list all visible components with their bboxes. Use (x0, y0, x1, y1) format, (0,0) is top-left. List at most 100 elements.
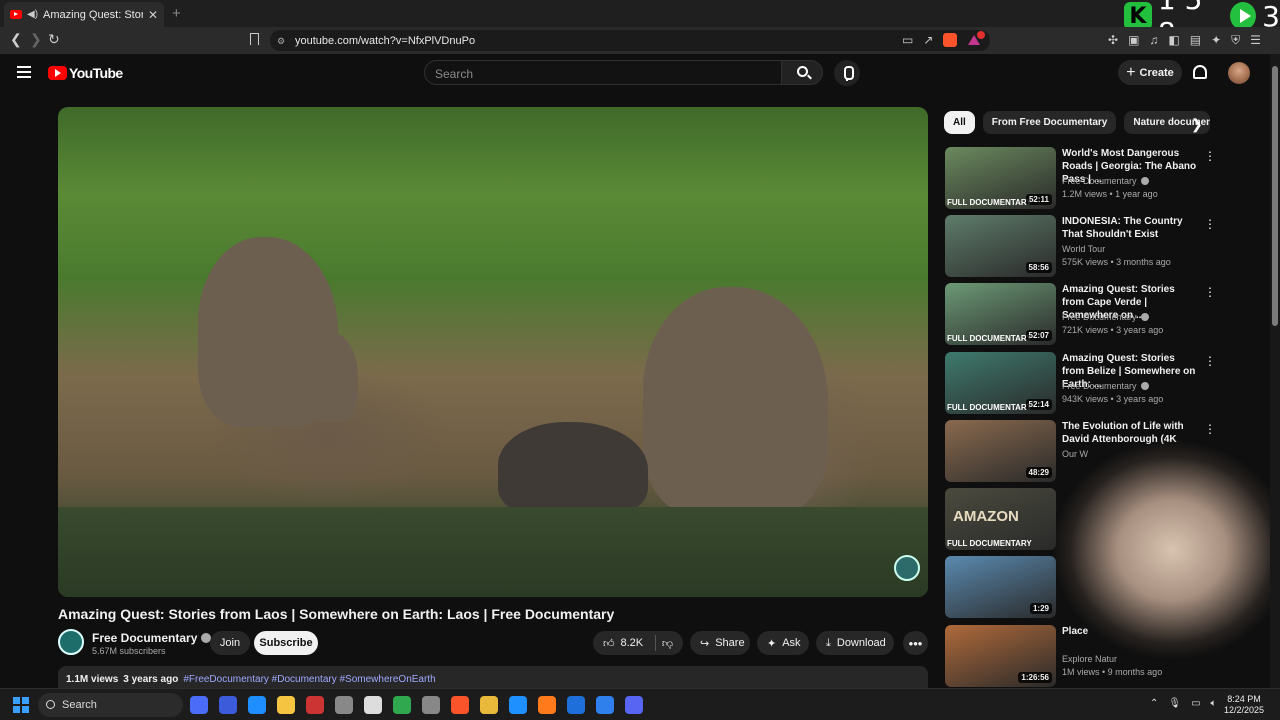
music-icon[interactable]: ♫ (1149, 33, 1158, 48)
chevron-right-icon[interactable]: ❯ (1191, 116, 1203, 133)
join-button[interactable]: Join (210, 631, 250, 655)
page-scrollbar[interactable] (1270, 54, 1280, 688)
ask-button[interactable]: ✦ Ask (757, 631, 809, 655)
taskbar-app-icon[interactable] (248, 696, 266, 714)
taskbar-app-icon[interactable] (306, 696, 324, 714)
share-page-icon[interactable]: ↗ (923, 33, 933, 47)
scrollbar-thumb[interactable] (1272, 66, 1278, 326)
full-documentary-badge: FULL DOCUMENTARY (947, 403, 1032, 412)
taskbar-app-icon[interactable] (277, 696, 295, 714)
thumbs-up-icon[interactable]: 👍︎ (603, 637, 615, 650)
subscriber-count: 5.67M subscribers (92, 646, 166, 656)
screenshot-icon[interactable]: ▣ (1128, 33, 1139, 48)
clock-time: 8:24 PM (1227, 694, 1261, 704)
download-label: Download (836, 637, 886, 649)
more-vertical-icon[interactable]: ⋮ (1204, 285, 1216, 299)
site-info-icon[interactable]: ⚙ (277, 36, 285, 47)
close-tab-icon[interactable]: ✕ (148, 8, 158, 22)
wallet-icon[interactable]: ▤ (1190, 33, 1201, 48)
create-button[interactable]: + Create (1118, 60, 1182, 85)
duration-badge: 58:56 (1025, 262, 1052, 273)
more-vertical-icon[interactable]: ⋮ (1204, 149, 1216, 163)
voice-search-button[interactable] (834, 60, 860, 86)
taskbar-app-icon[interactable] (509, 696, 527, 714)
video-thumbnail[interactable]: FULL DOCUMENTARY 52:11 (945, 147, 1056, 209)
search-button[interactable] (781, 60, 823, 85)
video-player[interactable] (58, 107, 928, 597)
youtube-logo[interactable]: YouTube (48, 65, 123, 81)
video-thumbnail[interactable]: 58:56 (945, 215, 1056, 277)
taskbar-app-icon[interactable] (625, 696, 643, 714)
mic-tray-icon[interactable]: 🎙︎ (1168, 698, 1181, 709)
taskbar-app-icon[interactable] (422, 696, 440, 714)
more-vertical-icon[interactable]: ⋮ (1204, 217, 1216, 231)
reload-icon[interactable]: ↻ (48, 31, 60, 48)
brave-rewards-icon[interactable] (967, 31, 986, 47)
channel-watermark-icon[interactable] (894, 555, 920, 581)
recommendation-channel[interactable]: Free Documentary (1062, 176, 1149, 186)
recommendation-item[interactable]: 58:56 INDONESIA: The Country That Shouldn… (945, 215, 1220, 279)
tray-chevron-icon[interactable]: ⌃ (1150, 698, 1158, 709)
recommendation-item[interactable]: FULL DOCUMENTARY 52:11 World's Most Danger… (945, 147, 1220, 211)
taskbar-app-icon[interactable] (567, 696, 585, 714)
taskbar-app-icon[interactable] (393, 696, 411, 714)
display-tray-icon[interactable]: ▭ (1191, 698, 1200, 709)
taskbar-app-icon[interactable] (596, 696, 614, 714)
address-bar[interactable]: youtube.com/watch?v=NfxPlVDnuPo (270, 30, 990, 51)
download-button[interactable]: ⤓ Download (816, 631, 894, 655)
bookmark-icon[interactable] (250, 33, 259, 45)
windows-start-icon[interactable] (13, 697, 29, 713)
taskbar-app-icon[interactable] (451, 696, 469, 714)
taskbar-app-icon[interactable] (364, 696, 382, 714)
subscribe-button[interactable]: Subscribe (254, 631, 318, 655)
channel-name[interactable]: Free Documentary (92, 631, 212, 645)
taskbar-app-icon[interactable] (219, 696, 237, 714)
sidebar-icon[interactable]: ◧ (1168, 33, 1179, 48)
chip-all[interactable]: All (944, 111, 975, 134)
thumbs-down-icon[interactable]: 👎︎ (662, 637, 673, 650)
taskbar-app-icon[interactable] (335, 696, 353, 714)
recommendation-channel-name: Free Documentary (1062, 176, 1137, 186)
video-thumbnail[interactable]: FULL DOCUMENTARY 52:14 (945, 352, 1056, 414)
speaker-icon[interactable]: ◀) (27, 9, 38, 20)
recommendation-channel[interactable]: Free Documentary (1062, 312, 1149, 322)
vpn-icon[interactable]: ⛨ (1231, 33, 1240, 48)
play-badge-icon (1230, 2, 1257, 30)
search-input[interactable]: Search (424, 60, 782, 85)
forward-icon[interactable]: ❯ (30, 31, 42, 48)
hashtags[interactable]: #FreeDocumentary #Documentary #Somewhere… (183, 674, 435, 685)
extensions-icon[interactable]: ✣ (1108, 33, 1118, 48)
like-count[interactable]: 8.2K (621, 637, 644, 649)
more-actions-button[interactable]: ••• (903, 631, 928, 655)
menu-icon[interactable]: ☰ (1250, 33, 1261, 48)
channel-avatar[interactable] (58, 629, 84, 655)
recommendation-item[interactable]: FULL DOCUMENTARY 52:07 Amazing Quest: Stor… (945, 283, 1220, 347)
recommendation-channel[interactable]: World Tour (1062, 244, 1105, 254)
more-vertical-icon[interactable]: ⋮ (1204, 354, 1216, 368)
recommendation-channel[interactable]: Free Documentary (1062, 381, 1149, 391)
cast-icon[interactable]: ▭ (902, 33, 913, 47)
taskbar-search[interactable]: Search (38, 693, 183, 717)
guide-menu-icon[interactable] (17, 66, 31, 78)
back-icon[interactable]: ❮ (10, 31, 22, 48)
notifications-bell-icon[interactable] (1193, 65, 1207, 79)
share-button[interactable]: ↪ Share (690, 631, 750, 655)
taskbar-app-icon[interactable] (190, 696, 208, 714)
new-tab-button[interactable]: + (172, 5, 181, 22)
account-avatar[interactable] (1228, 62, 1250, 84)
recommendation-item[interactable]: FULL DOCUMENTARY 52:14 Amazing Quest: Stor… (945, 352, 1220, 416)
chip-from-channel[interactable]: From Free Documentary (982, 111, 1117, 134)
description-box[interactable]: 1.1M views 3 years ago #FreeDocumentary … (58, 666, 928, 688)
system-clock[interactable]: 8:24 PM 12/2/2025 (1224, 694, 1264, 716)
browser-tab[interactable]: ◀) Amazing Quest: Stories from ✕ (4, 2, 164, 27)
video-thumbnail[interactable]: FULL DOCUMENTARY 52:07 (945, 283, 1056, 345)
duration-badge: 52:14 (1025, 399, 1052, 410)
more-horizontal-icon: ••• (908, 635, 923, 651)
taskbar-app-icon[interactable] (538, 696, 556, 714)
recommendation-title[interactable]: INDONESIA: The Country That Shouldn't Ex… (1062, 215, 1197, 241)
brave-shields-icon[interactable] (943, 33, 958, 47)
volume-icon[interactable]: 🔈︎ (1211, 698, 1217, 709)
leo-ai-icon[interactable]: ✦ (1211, 33, 1221, 48)
taskbar-app-icon[interactable] (480, 696, 498, 714)
windows-taskbar: Search ⌃ 🎙︎ ▭ 🔈︎ 8:24 PM 12/2/2025 (0, 688, 1280, 720)
